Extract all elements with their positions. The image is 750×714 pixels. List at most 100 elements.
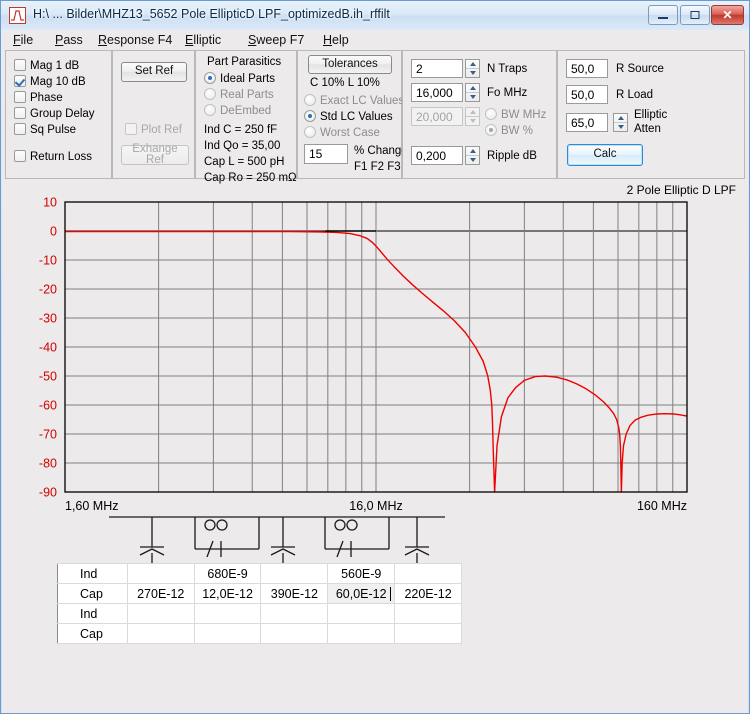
calc-button[interactable]: Calc xyxy=(567,144,643,166)
ind-c-value: Ind C = 250 fF xyxy=(204,124,278,136)
elliptic-atten-spinner[interactable] xyxy=(613,113,628,132)
table-cell[interactable] xyxy=(126,563,195,584)
menu-item-pass[interactable]: Pass xyxy=(52,32,86,48)
spinner-down[interactable] xyxy=(466,156,479,165)
control-panels: Mag 1 dB Mag 10 dB Phase Group Delay Sq … xyxy=(2,50,748,184)
part-parasitics-panel: Part Parasitics Ideal Parts Real Parts D… xyxy=(195,50,297,184)
radio-deembed[interactable]: DeEmbed xyxy=(204,104,271,117)
table-cell[interactable]: 560E-9 xyxy=(327,563,396,584)
svg-text:160 MHz: 160 MHz xyxy=(637,499,687,513)
exchange-ref-button[interactable]: Exhange Ref xyxy=(121,143,189,166)
table-cell[interactable] xyxy=(260,623,329,644)
table-cell[interactable]: 60,0E-12 xyxy=(327,583,396,604)
component-table[interactable]: Ind 680E-9 560E-9 Cap 270E-12 12,0E-12 390E-12… xyxy=(57,563,462,644)
n-traps-spinner[interactable] xyxy=(465,59,480,78)
spinner-down[interactable] xyxy=(466,117,479,126)
n-traps-input[interactable]: 2 xyxy=(411,59,463,78)
r-load-input[interactable]: 50,0 xyxy=(566,85,608,104)
table-cell[interactable] xyxy=(126,603,195,624)
plot-area: 2 Pole Elliptic D LPF 10 0 -10 -20 -30 -40 -50… xyxy=(2,179,748,713)
bw-spinner[interactable] xyxy=(465,107,480,126)
fo-mhz-spinner[interactable] xyxy=(465,83,480,102)
table-cell[interactable] xyxy=(394,623,462,644)
table-cell[interactable] xyxy=(394,563,462,584)
checkbox-group-delay[interactable]: Group Delay xyxy=(14,107,95,120)
elliptic-atten-input[interactable]: 65,0 xyxy=(566,113,608,132)
table-cell[interactable] xyxy=(126,623,195,644)
checkbox-plot-ref[interactable]: Plot Ref xyxy=(125,123,182,136)
fo-mhz-input[interactable]: 16,000 xyxy=(411,83,463,102)
menu-item-elliptic[interactable]: Elliptic xyxy=(182,32,224,48)
parameters-panel: 2 N Traps 16,000 Fo MHz 20,000 BW MHz BW… xyxy=(402,50,557,179)
table-cell[interactable]: 12,0E-12 xyxy=(193,583,262,604)
filter-response-icon xyxy=(9,7,26,24)
bw-input[interactable]: 20,000 xyxy=(411,107,463,126)
radio-bw-mhz[interactable]: BW MHz xyxy=(485,108,546,121)
radio-dot xyxy=(304,110,316,122)
checkbox-box xyxy=(14,91,26,103)
table-row[interactable]: Cap 270E-12 12,0E-12 390E-12 60,0E-12 220E-12 xyxy=(57,583,462,604)
svg-text:-70: -70 xyxy=(39,428,57,442)
table-cell[interactable] xyxy=(394,603,462,624)
radio-std-lc-values[interactable]: Std LC Values xyxy=(304,110,393,123)
radio-dot xyxy=(485,108,497,120)
table-cell[interactable]: 390E-12 xyxy=(260,583,329,604)
menu-item-help[interactable]: Help xyxy=(320,32,352,48)
table-cell[interactable]: 270E-12 xyxy=(126,583,195,604)
impedance-panel: 50,0 R Source 50,0 R Load 65,0 Elliptic … xyxy=(557,50,745,179)
ripple-db-input[interactable]: 0,200 xyxy=(411,146,463,165)
spinner-down[interactable] xyxy=(466,93,479,102)
maximize-button[interactable] xyxy=(680,5,710,25)
table-cell[interactable] xyxy=(327,603,396,624)
table-cell[interactable] xyxy=(193,603,262,624)
percent-change-input[interactable]: 15 xyxy=(304,144,348,164)
menu-item-sweep[interactable]: Sweep F7 xyxy=(245,32,307,48)
menu-item-file[interactable]: File xyxy=(10,32,36,48)
radio-worst-case[interactable]: Worst Case xyxy=(304,126,380,139)
checkbox-box xyxy=(125,123,137,135)
close-icon: ✕ xyxy=(722,8,733,22)
spinner-up[interactable] xyxy=(614,114,627,123)
table-cell[interactable]: 220E-12 xyxy=(394,583,462,604)
table-row[interactable]: Ind xyxy=(57,603,462,624)
checkbox-return-loss[interactable]: Return Loss xyxy=(14,150,92,163)
spinner-up[interactable] xyxy=(466,84,479,93)
spinner-up[interactable] xyxy=(466,147,479,156)
set-ref-button[interactable]: Set Ref xyxy=(121,62,187,82)
radio-exact-lc-values[interactable]: Exact LC Values xyxy=(304,94,404,107)
elliptic-atten-label-line1: Elliptic xyxy=(634,109,668,121)
table-row[interactable]: Ind 680E-9 560E-9 xyxy=(57,563,462,584)
menu-item-response[interactable]: Response F4 xyxy=(95,32,175,48)
svg-text:-60: -60 xyxy=(39,399,57,413)
spinner-up[interactable] xyxy=(466,60,479,69)
svg-text:-10: -10 xyxy=(39,254,57,268)
spinner-down[interactable] xyxy=(614,123,627,132)
radio-dot xyxy=(485,124,497,136)
r-source-input[interactable]: 50,0 xyxy=(566,59,608,78)
checkbox-phase[interactable]: Phase xyxy=(14,91,63,104)
minimize-button[interactable] xyxy=(648,5,678,25)
checkbox-mag-1db[interactable]: Mag 1 dB xyxy=(14,59,79,72)
table-row-label: Ind xyxy=(57,563,128,584)
close-button[interactable]: ✕ xyxy=(711,5,744,25)
radio-ideal-parts[interactable]: Ideal Parts xyxy=(204,72,275,85)
checkbox-mag-10db[interactable]: Mag 10 dB xyxy=(14,75,86,88)
table-cell[interactable] xyxy=(193,623,262,644)
table-row[interactable]: Cap xyxy=(57,623,462,644)
spinner-up[interactable] xyxy=(466,108,479,117)
ripple-db-spinner[interactable] xyxy=(465,146,480,165)
checkbox-sq-pulse[interactable]: Sq Pulse xyxy=(14,123,76,136)
radio-real-parts[interactable]: Real Parts xyxy=(204,88,274,101)
table-cell[interactable]: 680E-9 xyxy=(193,563,262,584)
table-cell[interactable] xyxy=(260,563,329,584)
response-chart[interactable]: 100-10-20-30-40-50-60-70-80-901,60 MHz 16… xyxy=(2,193,748,563)
svg-text:10: 10 xyxy=(43,196,57,210)
menu-bar: File Pass Response F4 Elliptic Sweep F7 … xyxy=(2,30,748,50)
checkbox-box xyxy=(14,150,26,162)
radio-bw-percent[interactable]: BW % xyxy=(485,124,533,137)
checkbox-box xyxy=(14,107,26,119)
table-cell[interactable] xyxy=(327,623,396,644)
spinner-down[interactable] xyxy=(466,69,479,78)
tolerances-button[interactable]: Tolerances xyxy=(308,55,392,74)
table-cell[interactable] xyxy=(260,603,329,624)
